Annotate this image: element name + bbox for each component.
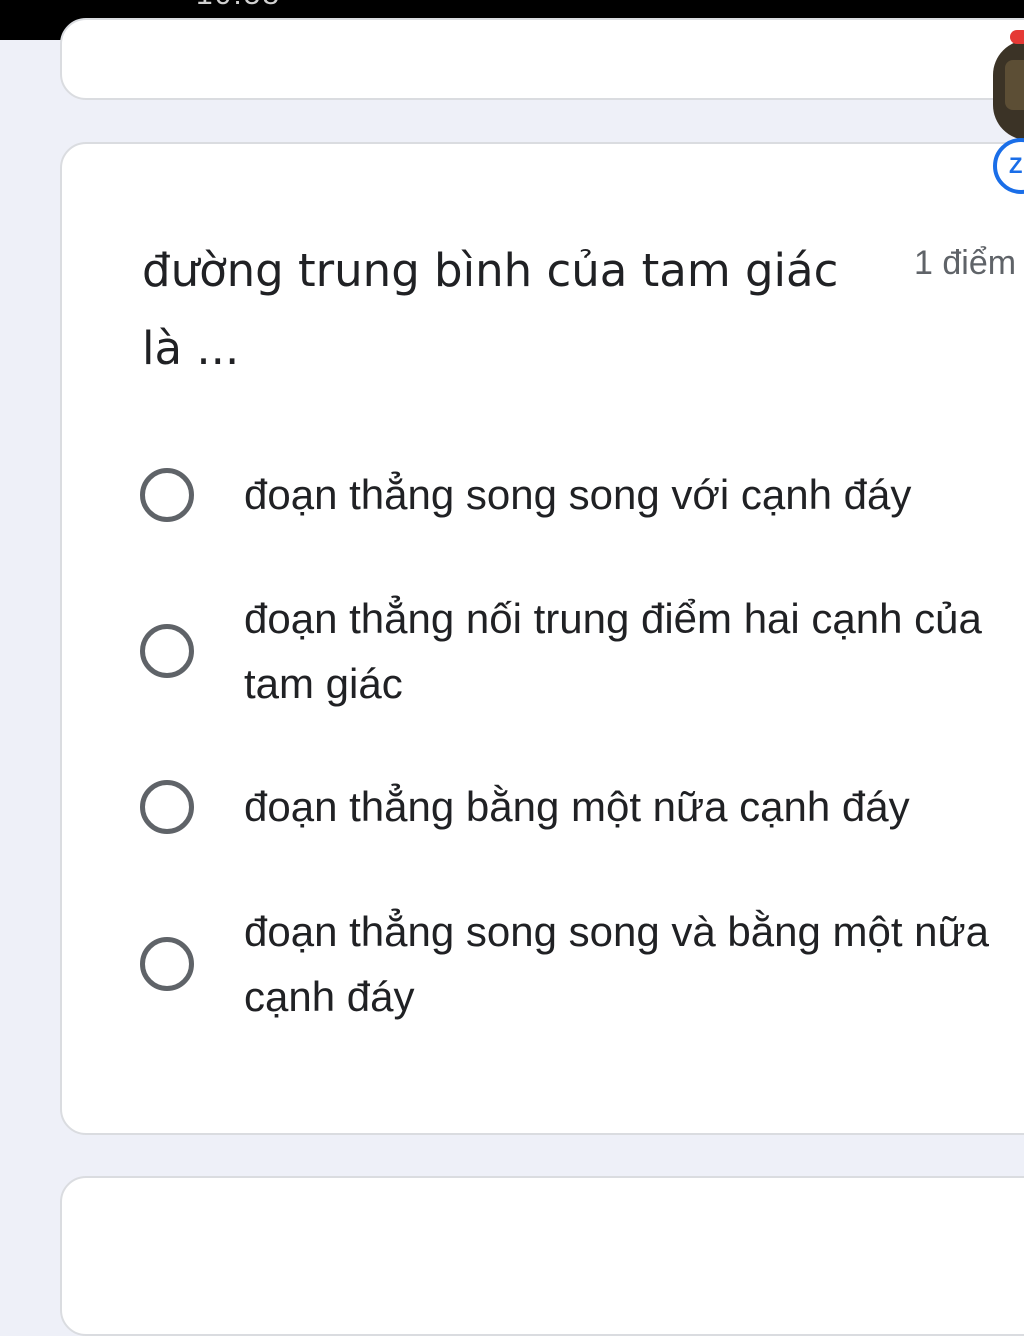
- answer-option-label: đoạn thẳng nối trung điểm hai cạnh của t…: [244, 595, 982, 707]
- chat-head-avatar[interactable]: [993, 40, 1024, 140]
- previous-question-card: [60, 18, 1024, 100]
- question-points: 1 điểm: [914, 244, 1017, 282]
- radio-button-icon[interactable]: [140, 467, 194, 522]
- radio-button-icon[interactable]: [140, 624, 194, 678]
- answer-option-4[interactable]: đoạn thẳng song song và bằng một nữa cạn…: [140, 899, 1000, 1029]
- radio-button-icon[interactable]: [140, 779, 194, 834]
- status-clock: 10:58: [196, 0, 281, 12]
- next-question-card: [60, 1176, 1024, 1336]
- answer-option-label: đoạn thẳng bằng một nữa cạnh đáy: [244, 783, 910, 830]
- notification-dot-icon: [1010, 30, 1024, 44]
- answer-option-label: đoạn thẳng song song với cạnh đáy: [244, 471, 912, 518]
- answer-option-label: đoạn thẳng song song và bằng một nữa cạn…: [244, 908, 990, 1020]
- radio-button-icon[interactable]: [140, 937, 194, 991]
- answer-option-2[interactable]: đoạn thẳng nối trung điểm hai cạnh của t…: [140, 586, 1000, 716]
- question-title: đường trung bình của tam giác là ...: [142, 244, 839, 375]
- answer-option-1[interactable]: đoạn thẳng song song với cạnh đáy: [140, 462, 1000, 527]
- answer-option-3[interactable]: đoạn thẳng bằng một nữa cạnh đáy: [140, 774, 1000, 839]
- question-card: đường trung bình của tam giác là ... 1 đ…: [60, 142, 1024, 1135]
